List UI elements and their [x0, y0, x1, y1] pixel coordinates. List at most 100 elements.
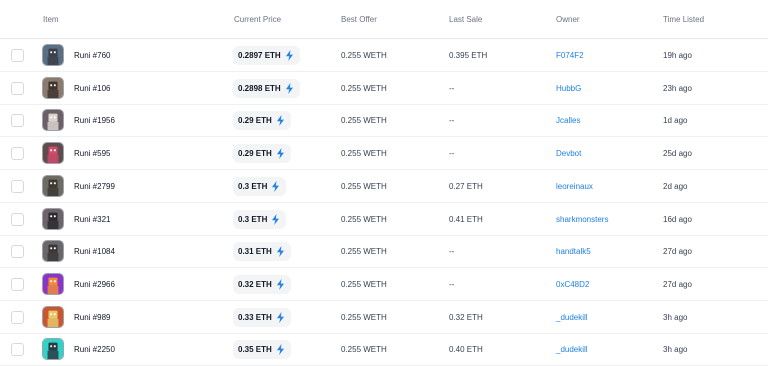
lightning-bolt-icon[interactable] [276, 278, 285, 290]
row-select-checkbox[interactable] [11, 245, 24, 259]
time-listed: 1d ago [663, 116, 688, 126]
lightning-bolt-icon[interactable] [285, 82, 294, 94]
current-price-pill: 0.32 ETH [233, 274, 291, 294]
lightning-bolt-icon[interactable] [271, 180, 280, 192]
lightning-bolt-icon[interactable] [276, 246, 285, 258]
item-name[interactable]: Runi #989 [74, 313, 110, 322]
item-name[interactable]: Runi #106 [74, 84, 110, 93]
row-select-checkbox[interactable] [11, 49, 24, 62]
nft-thumbnail[interactable] [42, 272, 64, 295]
time-listed: 27d ago [663, 247, 692, 257]
nft-thumbnail[interactable] [42, 174, 64, 197]
column-header-last-sale[interactable]: Last Sale [449, 15, 482, 24]
lightning-bolt-icon[interactable] [271, 213, 280, 225]
table-row[interactable]: Runi #1956 0.29 ETH 0.255 WETH -- Jcalle… [0, 104, 768, 138]
nft-image [43, 241, 63, 262]
current-price: 0.29 ETH [238, 149, 272, 159]
table-header: Item Current Price Best Offer Last Sale … [0, 0, 768, 39]
nft-thumbnail[interactable] [42, 305, 64, 328]
row-select-checkbox[interactable] [11, 114, 24, 128]
row-select-checkbox[interactable] [11, 212, 24, 226]
time-listed: 25d ago [663, 149, 692, 159]
best-offer: 0.255 WETH [341, 279, 387, 289]
last-sale: 0.395 ETH [449, 51, 488, 60]
row-select-checkbox[interactable] [11, 147, 24, 161]
item-name[interactable]: Runi #1956 [74, 116, 115, 125]
table-row[interactable]: Runi #760 0.2897 ETH 0.255 WETH 0.395 ET… [0, 39, 768, 72]
column-header-owner[interactable]: Owner [556, 15, 580, 24]
last-sale: -- [449, 149, 455, 159]
nft-image [43, 110, 63, 131]
current-price: 0.31 ETH [238, 247, 272, 257]
best-offer: 0.255 WETH [341, 312, 387, 322]
last-sale: -- [449, 83, 455, 93]
table-row[interactable]: Runi #2966 0.32 ETH 0.255 WETH -- 0xC48D… [0, 268, 768, 301]
nft-thumbnail[interactable] [42, 240, 64, 263]
row-select-checkbox[interactable] [11, 277, 24, 291]
last-sale: -- [449, 279, 455, 289]
nft-image [43, 45, 63, 65]
column-header-best-offer[interactable]: Best Offer [341, 15, 377, 24]
last-sale: 0.32 ETH [449, 312, 483, 322]
current-price-pill: 0.29 ETH [233, 111, 291, 131]
nft-thumbnail[interactable] [42, 109, 64, 132]
time-listed: 23h ago [663, 83, 692, 93]
current-price: 0.2897 ETH [238, 51, 281, 60]
time-listed: 3h ago [663, 345, 688, 355]
owner-link[interactable]: _dudekill [556, 345, 588, 354]
owner-link[interactable]: leoreinaux [556, 182, 593, 191]
item-name[interactable]: Runi #321 [74, 215, 110, 224]
item-name[interactable]: Runi #1084 [74, 247, 115, 256]
best-offer: 0.255 WETH [341, 214, 387, 224]
nft-thumbnail[interactable] [42, 207, 64, 230]
item-name[interactable]: Runi #760 [74, 51, 110, 60]
nft-thumbnail[interactable] [42, 76, 64, 99]
table-row[interactable]: Runi #2250 0.35 ETH 0.255 WETH 0.40 ETH … [0, 333, 768, 366]
item-name[interactable]: Runi #595 [74, 149, 110, 158]
owner-link[interactable]: _dudekill [556, 313, 588, 322]
table-row[interactable]: Runi #989 0.33 ETH 0.255 WETH 0.32 ETH _… [0, 301, 768, 334]
item-name[interactable]: Runi #2250 [74, 345, 115, 354]
owner-link[interactable]: sharkmonsters [556, 215, 608, 224]
table-row[interactable]: Runi #321 0.3 ETH 0.255 WETH 0.41 ETH sh… [0, 203, 768, 236]
current-price-pill: 0.29 ETH [233, 144, 291, 164]
nft-thumbnail[interactable] [42, 338, 64, 361]
current-price-pill: 0.33 ETH [233, 307, 291, 327]
owner-link[interactable]: Jcalles [556, 116, 580, 125]
owner-link[interactable]: F074F2 [556, 51, 584, 60]
column-header-item[interactable]: Item [43, 15, 59, 24]
column-header-current-price[interactable]: Current Price [234, 15, 281, 24]
owner-link[interactable]: Devbot [556, 149, 581, 158]
row-select-checkbox[interactable] [11, 179, 24, 193]
current-price: 0.32 ETH [238, 279, 272, 289]
current-price-pill: 0.3 ETH [233, 209, 287, 229]
current-price-pill: 0.3 ETH [233, 176, 287, 196]
owner-link[interactable]: 0xC48D2 [556, 280, 589, 289]
table-row[interactable]: Runi #106 0.2898 ETH 0.255 WETH -- HubbG… [0, 72, 768, 105]
nft-thumbnail[interactable] [42, 44, 64, 66]
table-row[interactable]: Runi #595 0.29 ETH 0.255 WETH -- Devbot … [0, 137, 768, 171]
table-row[interactable]: Runi #2799 0.3 ETH 0.255 WETH 0.27 ETH l… [0, 170, 768, 203]
best-offer: 0.255 WETH [341, 345, 387, 355]
item-name[interactable]: Runi #2966 [74, 280, 115, 289]
best-offer: 0.255 WETH [341, 116, 387, 126]
row-select-checkbox[interactable] [11, 81, 24, 95]
table-row[interactable]: Runi #1084 0.31 ETH 0.255 WETH -- handta… [0, 235, 768, 269]
time-listed: 3h ago [663, 312, 688, 322]
lightning-bolt-icon[interactable] [285, 50, 294, 61]
lightning-bolt-icon[interactable] [276, 148, 285, 160]
time-listed: 27d ago [663, 279, 692, 289]
column-header-time-listed[interactable]: Time Listed [663, 15, 704, 24]
last-sale: 0.40 ETH [449, 345, 483, 355]
lightning-bolt-icon[interactable] [276, 115, 285, 127]
lightning-bolt-icon[interactable] [276, 344, 285, 356]
item-name[interactable]: Runi #2799 [74, 182, 115, 191]
lightning-bolt-icon[interactable] [276, 311, 285, 323]
nft-thumbnail[interactable] [42, 142, 64, 165]
row-select-checkbox[interactable] [11, 310, 24, 324]
owner-link[interactable]: HubbG [556, 84, 581, 93]
row-select-checkbox[interactable] [11, 343, 24, 357]
current-price: 0.2898 ETH [238, 83, 281, 93]
owner-link[interactable]: handtalk5 [556, 247, 591, 256]
nft-image [43, 208, 63, 229]
